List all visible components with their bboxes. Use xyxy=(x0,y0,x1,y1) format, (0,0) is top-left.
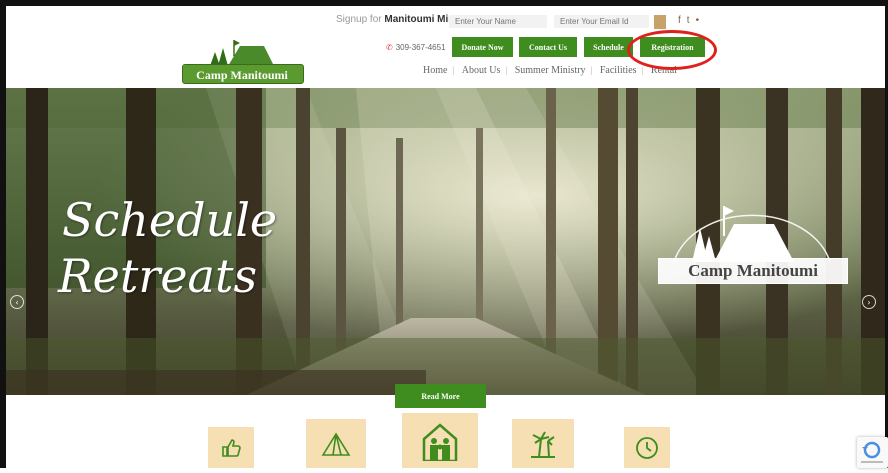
tent-icon xyxy=(321,431,351,456)
slider-next-icon[interactable]: › xyxy=(862,295,876,309)
nav-home[interactable]: Home xyxy=(423,65,447,76)
thumbs-up-icon xyxy=(222,438,241,457)
registration-highlight-circle xyxy=(627,30,717,70)
facebook-icon[interactable]: f xyxy=(678,15,687,26)
hero-slider: Schedule Retreats Camp Manitoumi ‹ › xyxy=(6,88,885,395)
main-nav: Home | About Us | Summer Ministry | Facilit… xyxy=(423,65,677,76)
social-links: ft• xyxy=(678,15,705,26)
clock-icon xyxy=(636,436,658,459)
hero-logo-name: Camp Manitoumi xyxy=(658,258,848,284)
signup-name-input[interactable] xyxy=(449,15,547,28)
donate-button[interactable]: Donate Now xyxy=(452,37,513,57)
schedule-button[interactable]: Schedule xyxy=(584,37,633,57)
signup-email-input[interactable] xyxy=(554,15,649,28)
recaptcha-icon xyxy=(861,441,883,463)
palm-island-icon xyxy=(531,431,555,458)
camp-logo[interactable]: Camp Manitoumi xyxy=(182,36,304,84)
signup-bar: Signup for Manitoumi Minute ft• xyxy=(6,6,885,33)
feature-tile-3[interactable] xyxy=(402,413,478,468)
recaptcha-badge[interactable] xyxy=(857,437,888,468)
feature-tile-4[interactable] xyxy=(512,419,574,468)
logo-name: Camp Manitoumi xyxy=(196,68,288,82)
feature-tile-5[interactable] xyxy=(624,427,670,468)
phone-icon: ✆ xyxy=(386,43,393,52)
hero-heading: Schedule Retreats xyxy=(58,193,278,303)
feature-tile-2[interactable] xyxy=(306,419,366,468)
site-header: Camp Manitoumi ✆ 309-367-4651 Donate Now … xyxy=(6,32,885,88)
phone-number[interactable]: ✆ 309-367-4651 xyxy=(386,43,446,52)
nav-facilities[interactable]: Facilities xyxy=(600,65,637,76)
nav-summer-ministry[interactable]: Summer Ministry xyxy=(515,65,586,76)
feature-tile-1[interactable] xyxy=(208,427,254,468)
nav-about-us[interactable]: About Us xyxy=(462,65,501,76)
contact-button[interactable]: Contact Us xyxy=(519,37,577,57)
read-more-button[interactable]: Read More xyxy=(395,384,486,408)
rss-icon[interactable]: • xyxy=(696,15,706,26)
twitter-icon[interactable]: t xyxy=(687,15,696,26)
signup-submit-button[interactable] xyxy=(654,15,666,29)
slider-prev-icon[interactable]: ‹ xyxy=(10,295,24,309)
family-home-icon xyxy=(422,422,458,461)
